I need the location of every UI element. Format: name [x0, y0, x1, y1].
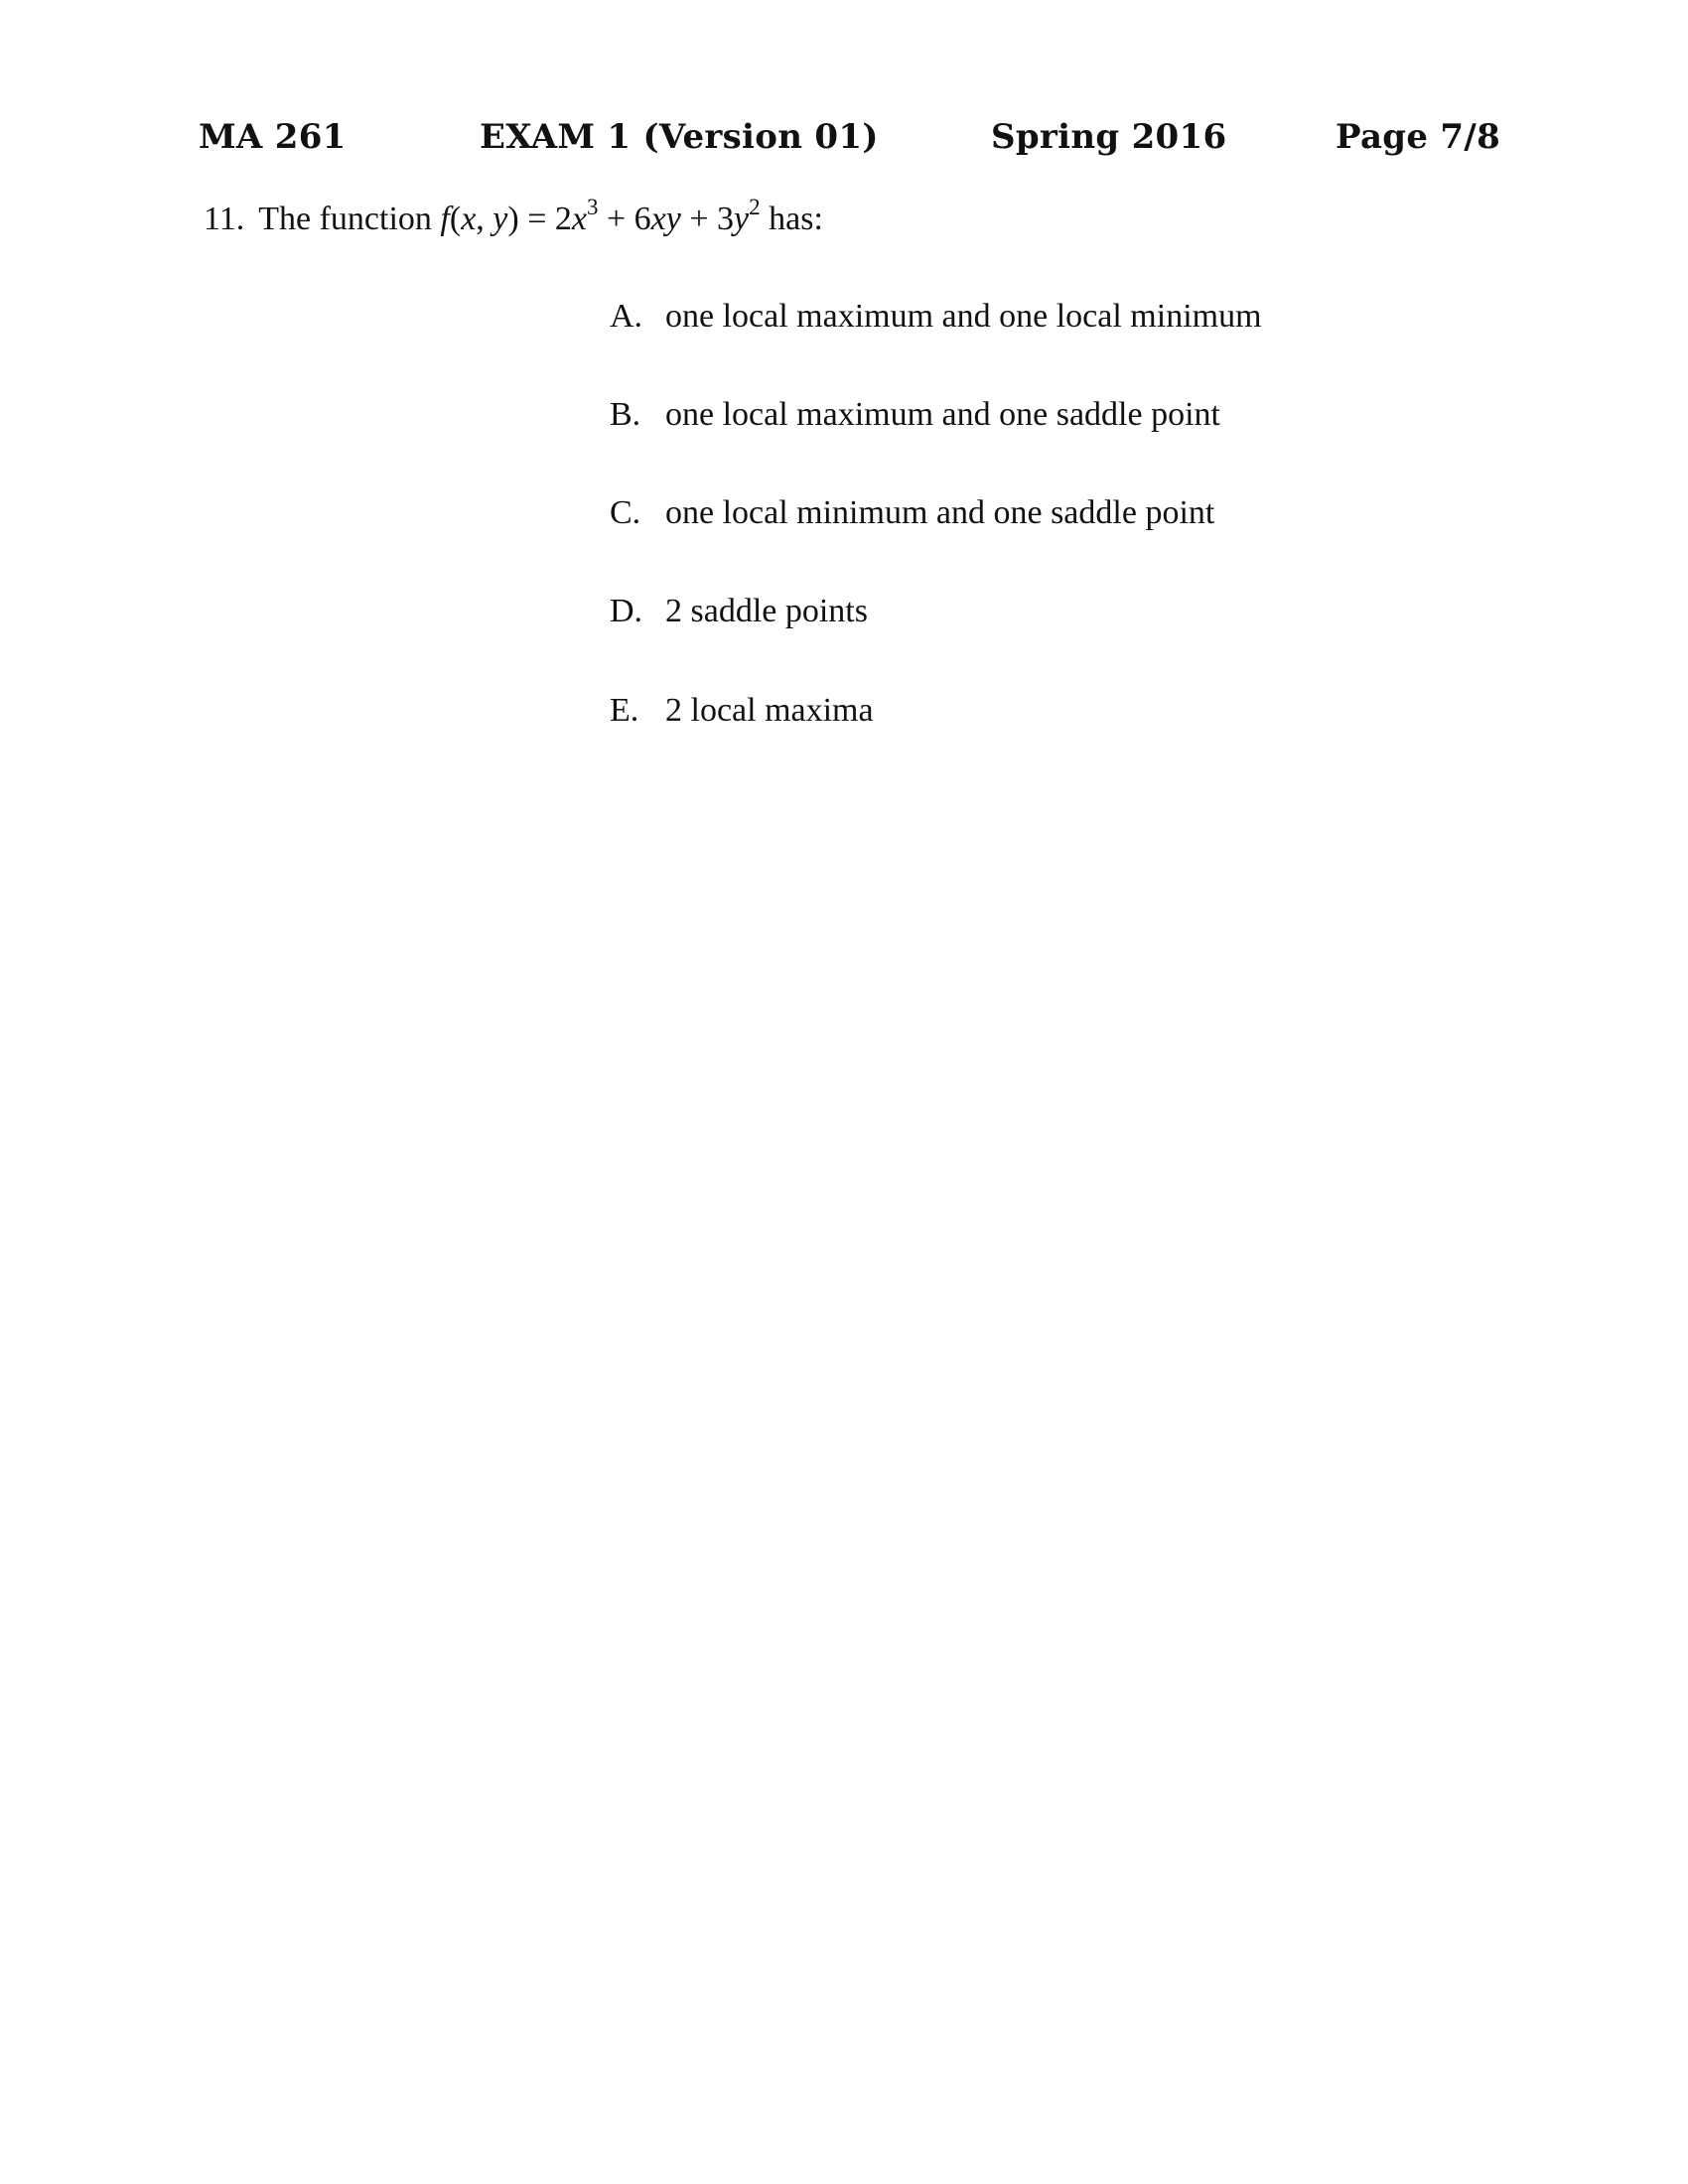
page-number: Page 7/8	[1336, 117, 1501, 157]
course-code: MA 261	[199, 117, 347, 157]
question-prefix: The function	[258, 201, 432, 237]
choice-text: 2 local maxima	[665, 692, 874, 729]
exam-title: EXAM 1 (Version 01)	[480, 117, 879, 157]
question-11: 11. The function f(x, y) = 2x3 + 6xy + 3y…	[204, 195, 823, 238]
choice-text: one local minimum and one saddle point	[665, 494, 1215, 531]
choice-letter: B.	[610, 396, 641, 433]
choice-letter: C.	[610, 494, 641, 531]
choice-letter: E.	[610, 692, 639, 729]
choice-b: B. one local maximum and one saddle point	[610, 396, 1220, 434]
choice-letter: A.	[610, 298, 643, 335]
choice-c: C. one local minimum and one saddle point	[610, 494, 1214, 532]
choice-text: 2 saddle points	[665, 593, 868, 629]
question-suffix: has:	[769, 201, 823, 237]
question-number: 11.	[204, 201, 245, 237]
choice-e: E. 2 local maxima	[610, 692, 874, 730]
choice-d: D. 2 saddle points	[610, 593, 868, 630]
exam-term: Spring 2016	[991, 117, 1227, 157]
choice-text: one local maximum and one local minimum	[665, 298, 1262, 335]
function-formula: f(x, y) = 2x3 + 6xy + 3y2	[440, 195, 761, 237]
choice-a: A. one local maximum and one local minimu…	[610, 298, 1262, 336]
choice-text: one local maximum and one saddle point	[665, 396, 1220, 433]
choice-letter: D.	[610, 593, 643, 629]
